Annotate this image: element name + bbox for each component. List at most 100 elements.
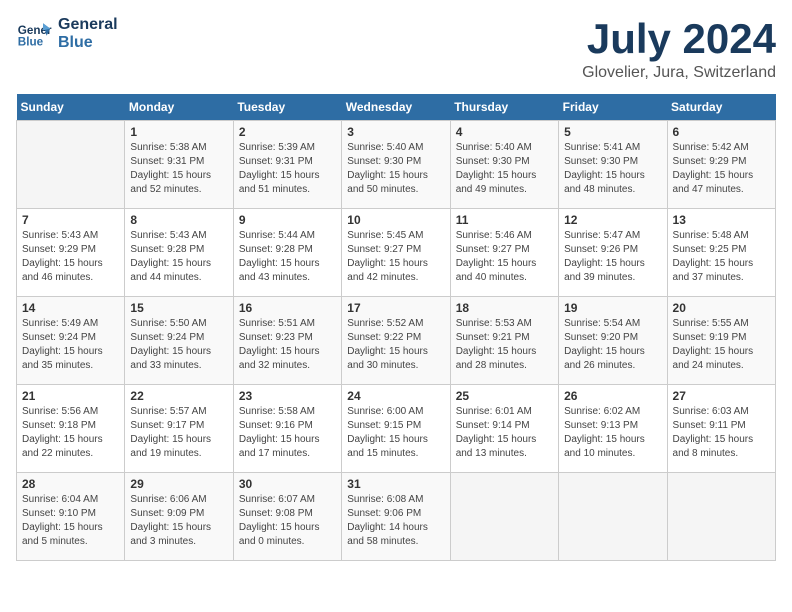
day-number: 26 bbox=[564, 389, 661, 403]
day-number: 21 bbox=[22, 389, 119, 403]
day-number: 15 bbox=[130, 301, 227, 315]
day-number: 1 bbox=[130, 125, 227, 139]
day-info: Sunrise: 5:52 AM Sunset: 9:22 PM Dayligh… bbox=[347, 317, 444, 373]
day-cell: 14Sunrise: 5:49 AM Sunset: 9:24 PM Dayli… bbox=[17, 297, 125, 385]
day-cell: 25Sunrise: 6:01 AM Sunset: 9:14 PM Dayli… bbox=[450, 385, 558, 473]
day-number: 30 bbox=[239, 477, 336, 491]
day-info: Sunrise: 5:47 AM Sunset: 9:26 PM Dayligh… bbox=[564, 229, 661, 285]
day-number: 28 bbox=[22, 477, 119, 491]
day-cell: 7 Sunrise: 5:43 AM Sunset: 9:29 PM Daylig… bbox=[17, 209, 125, 297]
day-info: Sunrise: 5:46 AM Sunset: 9:27 PM Dayligh… bbox=[456, 229, 553, 285]
weekday-header-thursday: Thursday bbox=[450, 94, 558, 121]
day-info: Sunrise: 5:39 AM Sunset: 9:31 PM Dayligh… bbox=[239, 141, 336, 197]
day-info: Sunrise: 5:55 AM Sunset: 9:19 PM Dayligh… bbox=[673, 317, 770, 373]
day-info: Sunrise: 5:51 AM Sunset: 9:23 PM Dayligh… bbox=[239, 317, 336, 373]
day-cell: 11Sunrise: 5:46 AM Sunset: 9:27 PM Dayli… bbox=[450, 209, 558, 297]
day-cell: 20Sunrise: 5:55 AM Sunset: 9:19 PM Dayli… bbox=[667, 297, 775, 385]
day-cell: 2 Sunrise: 5:39 AM Sunset: 9:31 PM Daylig… bbox=[233, 121, 341, 209]
weekday-header-wednesday: Wednesday bbox=[342, 94, 450, 121]
day-info: Sunrise: 5:45 AM Sunset: 9:27 PM Dayligh… bbox=[347, 229, 444, 285]
day-number: 8 bbox=[130, 213, 227, 227]
day-info: Sunrise: 5:43 AM Sunset: 9:28 PM Dayligh… bbox=[130, 229, 227, 285]
day-cell: 12 Sunrise: 5:47 AM Sunset: 9:26 PM Dayli… bbox=[559, 209, 667, 297]
day-number: 5 bbox=[564, 125, 661, 139]
day-cell: 18 Sunrise: 5:53 AM Sunset: 9:21 PM Dayli… bbox=[450, 297, 558, 385]
day-cell: 17Sunrise: 5:52 AM Sunset: 9:22 PM Dayli… bbox=[342, 297, 450, 385]
day-info: Sunrise: 5:56 AM Sunset: 9:18 PM Dayligh… bbox=[22, 405, 119, 461]
day-number: 19 bbox=[564, 301, 661, 315]
title-area: July 2024 Glovelier, Jura, Switzerland bbox=[582, 16, 776, 82]
day-cell: 29Sunrise: 6:06 AM Sunset: 9:09 PM Dayli… bbox=[125, 473, 233, 561]
day-info: Sunrise: 5:50 AM Sunset: 9:24 PM Dayligh… bbox=[130, 317, 227, 373]
day-info: Sunrise: 5:42 AM Sunset: 9:29 PM Dayligh… bbox=[673, 141, 770, 197]
day-info: Sunrise: 6:07 AM Sunset: 9:08 PM Dayligh… bbox=[239, 493, 336, 549]
day-number: 6 bbox=[673, 125, 770, 139]
svg-text:Blue: Blue bbox=[18, 36, 44, 49]
day-number: 9 bbox=[239, 213, 336, 227]
day-cell: 23 Sunrise: 5:58 AM Sunset: 9:16 PM Dayli… bbox=[233, 385, 341, 473]
day-cell: 6 Sunrise: 5:42 AM Sunset: 9:29 PM Daylig… bbox=[667, 121, 775, 209]
day-cell bbox=[559, 473, 667, 561]
week-row-3: 14Sunrise: 5:49 AM Sunset: 9:24 PM Dayli… bbox=[17, 297, 776, 385]
day-cell: 16 Sunrise: 5:51 AM Sunset: 9:23 PM Dayli… bbox=[233, 297, 341, 385]
day-number: 4 bbox=[456, 125, 553, 139]
day-info: Sunrise: 5:41 AM Sunset: 9:30 PM Dayligh… bbox=[564, 141, 661, 197]
day-cell: 19 Sunrise: 5:54 AM Sunset: 9:20 PM Dayli… bbox=[559, 297, 667, 385]
day-number: 12 bbox=[564, 213, 661, 227]
day-cell: 31 Sunrise: 6:08 AM Sunset: 9:06 PM Dayli… bbox=[342, 473, 450, 561]
day-cell: 21 Sunrise: 5:56 AM Sunset: 9:18 PM Dayli… bbox=[17, 385, 125, 473]
day-info: Sunrise: 5:57 AM Sunset: 9:17 PM Dayligh… bbox=[130, 405, 227, 461]
day-info: Sunrise: 5:40 AM Sunset: 9:30 PM Dayligh… bbox=[456, 141, 553, 197]
week-row-1: 1Sunrise: 5:38 AM Sunset: 9:31 PM Daylig… bbox=[17, 121, 776, 209]
day-info: Sunrise: 5:40 AM Sunset: 9:30 PM Dayligh… bbox=[347, 141, 444, 197]
day-info: Sunrise: 6:00 AM Sunset: 9:15 PM Dayligh… bbox=[347, 405, 444, 461]
day-number: 7 bbox=[22, 213, 119, 227]
weekday-header-row: SundayMondayTuesdayWednesdayThursdayFrid… bbox=[17, 94, 776, 121]
weekday-header-tuesday: Tuesday bbox=[233, 94, 341, 121]
day-info: Sunrise: 5:58 AM Sunset: 9:16 PM Dayligh… bbox=[239, 405, 336, 461]
day-info: Sunrise: 5:54 AM Sunset: 9:20 PM Dayligh… bbox=[564, 317, 661, 373]
logo-text-general: General bbox=[58, 16, 118, 34]
day-cell: 5 Sunrise: 5:41 AM Sunset: 9:30 PM Daylig… bbox=[559, 121, 667, 209]
week-row-2: 7 Sunrise: 5:43 AM Sunset: 9:29 PM Daylig… bbox=[17, 209, 776, 297]
calendar-table: SundayMondayTuesdayWednesdayThursdayFrid… bbox=[16, 94, 776, 561]
day-cell: 13 Sunrise: 5:48 AM Sunset: 9:25 PM Dayli… bbox=[667, 209, 775, 297]
day-info: Sunrise: 6:03 AM Sunset: 9:11 PM Dayligh… bbox=[673, 405, 770, 461]
day-info: Sunrise: 5:49 AM Sunset: 9:24 PM Dayligh… bbox=[22, 317, 119, 373]
page-header: General Blue General Blue July 2024 Glov… bbox=[16, 16, 776, 82]
weekday-header-friday: Friday bbox=[559, 94, 667, 121]
weekday-header-monday: Monday bbox=[125, 94, 233, 121]
day-cell bbox=[450, 473, 558, 561]
day-info: Sunrise: 6:08 AM Sunset: 9:06 PM Dayligh… bbox=[347, 493, 444, 549]
month-title: July 2024 bbox=[582, 16, 776, 62]
day-info: Sunrise: 5:43 AM Sunset: 9:29 PM Dayligh… bbox=[22, 229, 119, 285]
day-cell bbox=[667, 473, 775, 561]
logo: General Blue General Blue bbox=[16, 16, 118, 52]
day-number: 2 bbox=[239, 125, 336, 139]
day-cell: 26Sunrise: 6:02 AM Sunset: 9:13 PM Dayli… bbox=[559, 385, 667, 473]
day-number: 23 bbox=[239, 389, 336, 403]
day-cell: 4 Sunrise: 5:40 AM Sunset: 9:30 PM Daylig… bbox=[450, 121, 558, 209]
day-number: 10 bbox=[347, 213, 444, 227]
day-number: 24 bbox=[347, 389, 444, 403]
weekday-header-sunday: Sunday bbox=[17, 94, 125, 121]
day-cell bbox=[17, 121, 125, 209]
day-number: 13 bbox=[673, 213, 770, 227]
day-cell: 8 Sunrise: 5:43 AM Sunset: 9:28 PM Daylig… bbox=[125, 209, 233, 297]
day-number: 29 bbox=[130, 477, 227, 491]
day-cell: 28Sunrise: 6:04 AM Sunset: 9:10 PM Dayli… bbox=[17, 473, 125, 561]
location-title: Glovelier, Jura, Switzerland bbox=[582, 64, 776, 82]
day-info: Sunrise: 5:44 AM Sunset: 9:28 PM Dayligh… bbox=[239, 229, 336, 285]
day-cell: 24 Sunrise: 6:00 AM Sunset: 9:15 PM Dayli… bbox=[342, 385, 450, 473]
day-number: 22 bbox=[130, 389, 227, 403]
day-cell: 3Sunrise: 5:40 AM Sunset: 9:30 PM Daylig… bbox=[342, 121, 450, 209]
week-row-5: 28Sunrise: 6:04 AM Sunset: 9:10 PM Dayli… bbox=[17, 473, 776, 561]
day-number: 18 bbox=[456, 301, 553, 315]
day-number: 16 bbox=[239, 301, 336, 315]
day-info: Sunrise: 5:48 AM Sunset: 9:25 PM Dayligh… bbox=[673, 229, 770, 285]
day-info: Sunrise: 5:53 AM Sunset: 9:21 PM Dayligh… bbox=[456, 317, 553, 373]
day-number: 31 bbox=[347, 477, 444, 491]
day-cell: 15 Sunrise: 5:50 AM Sunset: 9:24 PM Dayli… bbox=[125, 297, 233, 385]
day-cell: 1Sunrise: 5:38 AM Sunset: 9:31 PM Daylig… bbox=[125, 121, 233, 209]
day-cell: 22 Sunrise: 5:57 AM Sunset: 9:17 PM Dayli… bbox=[125, 385, 233, 473]
